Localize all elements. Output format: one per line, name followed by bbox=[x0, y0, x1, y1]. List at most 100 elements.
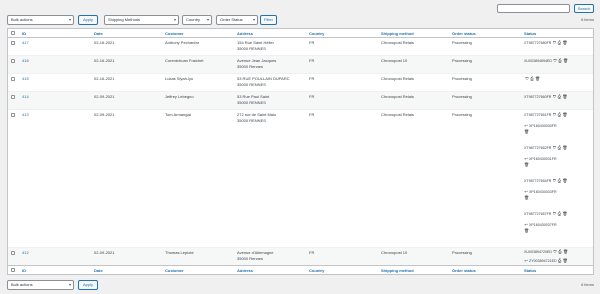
shield-icon[interactable]: ⛉ bbox=[553, 250, 557, 254]
shield-icon[interactable]: ⛉ bbox=[525, 77, 529, 81]
print-icon[interactable]: ⎙ bbox=[558, 250, 562, 254]
apply-button-top[interactable]: Apply bbox=[78, 15, 98, 25]
row-checkbox[interactable] bbox=[11, 113, 15, 117]
trash-icon[interactable]: 🗑 bbox=[563, 59, 568, 63]
items-count-top: 6 items bbox=[581, 17, 594, 22]
print-icon[interactable]: ⎙ bbox=[557, 179, 561, 183]
row-checkbox[interactable] bbox=[11, 77, 15, 81]
order-id-link[interactable]: 416 bbox=[22, 58, 29, 64]
column-id[interactable]: ID bbox=[22, 31, 26, 36]
tracking-code[interactable]: XT987727680FR bbox=[524, 41, 551, 45]
trash-icon[interactable]: 🗑 bbox=[562, 179, 567, 183]
apply-button-bottom[interactable]: Apply bbox=[78, 280, 98, 290]
print-icon[interactable]: ⎙ bbox=[558, 259, 562, 263]
print-icon[interactable]: ⎙ bbox=[558, 59, 562, 63]
print-icon[interactable]: ⎙ bbox=[557, 212, 561, 216]
shield-icon[interactable]: ⛉ bbox=[552, 113, 556, 117]
shield-icon[interactable]: ⛉ bbox=[552, 95, 556, 99]
column-order-status[interactable]: Order status bbox=[452, 268, 476, 273]
trash-icon[interactable]: 🗑 bbox=[562, 41, 567, 45]
return-arrow-icon: ↩ bbox=[524, 156, 528, 161]
trash-icon[interactable]: 🗑 bbox=[524, 229, 529, 233]
order-id-link[interactable]: 414 bbox=[22, 94, 29, 100]
column-country[interactable]: Country bbox=[309, 31, 324, 36]
customer-name: Lukas Slyah-lyu bbox=[165, 76, 194, 81]
trash-icon[interactable]: 🗑 bbox=[524, 163, 529, 167]
tracking-code[interactable]: XU003894694ED bbox=[524, 59, 552, 63]
trash-icon[interactable]: 🗑 bbox=[563, 250, 568, 254]
trash-icon[interactable]: 🗑 bbox=[562, 212, 567, 216]
trash-icon[interactable]: 🗑 bbox=[562, 113, 567, 117]
order-id-link[interactable]: 413 bbox=[22, 112, 29, 118]
customer-name: Corentchuan Fraichet bbox=[165, 58, 204, 63]
bulk-actions-select-bottom[interactable]: Bulk actions bbox=[7, 280, 74, 290]
tracking-code[interactable]: XT987727660FR bbox=[524, 95, 551, 99]
order-status-select[interactable]: Order Status bbox=[216, 15, 258, 25]
tracking-line: XT987727660FR ⛉ ⎙ 🗑 bbox=[524, 95, 567, 100]
trash-icon[interactable]: 🗑 bbox=[524, 196, 529, 200]
column-date[interactable]: Date bbox=[94, 268, 103, 273]
return-arrow-icon: ↩ bbox=[524, 258, 528, 263]
row-checkbox[interactable] bbox=[11, 59, 15, 63]
select-all-checkbox[interactable] bbox=[11, 31, 15, 35]
column-date[interactable]: Date bbox=[94, 31, 103, 36]
shield-icon[interactable]: ⛉ bbox=[553, 59, 557, 63]
column-order-status[interactable]: Order status bbox=[452, 31, 476, 36]
search-input[interactable] bbox=[497, 4, 570, 13]
order-id-link[interactable]: 415 bbox=[22, 76, 29, 82]
address: 272 rue de Saint Malo 35000 RENNES bbox=[237, 112, 277, 123]
bulk-actions-select-top[interactable]: Bulk actions bbox=[7, 15, 74, 25]
select-all-checkbox-footer[interactable] bbox=[11, 268, 15, 272]
tracking-code[interactable]: XU003894720ED bbox=[524, 250, 552, 254]
column-status[interactable]: Status bbox=[524, 31, 536, 36]
return-code[interactable]: XP160430030FR bbox=[529, 124, 557, 128]
tracking-line: XT987727654FR ⛉ ⎙ 🗑 bbox=[524, 179, 567, 184]
order-status: Processing bbox=[452, 58, 472, 63]
tracking-line: XT987727657FR ⛉ ⎙ 🗑 bbox=[524, 212, 567, 217]
tracking-code[interactable]: XT987727652FR bbox=[524, 146, 551, 150]
column-address[interactable]: Address bbox=[237, 268, 253, 273]
return-code[interactable]: ZY003894721ED bbox=[529, 259, 557, 263]
print-icon[interactable]: ⎙ bbox=[530, 77, 534, 81]
row-checkbox[interactable] bbox=[11, 41, 15, 45]
column-customer[interactable]: Customer bbox=[165, 31, 184, 36]
shield-icon[interactable]: ⛉ bbox=[552, 41, 556, 45]
print-icon[interactable]: ⎙ bbox=[557, 113, 561, 117]
trash-icon[interactable]: 🗑 bbox=[562, 95, 567, 99]
tracking-code[interactable]: XT987727651FR bbox=[524, 113, 551, 117]
shipping-methods-select[interactable]: Shipping Methods bbox=[104, 15, 179, 25]
print-icon[interactable]: ⎙ bbox=[557, 95, 561, 99]
column-shipping-method[interactable]: Shipping method bbox=[381, 31, 414, 36]
return-code[interactable]: XP160430037FR bbox=[529, 223, 557, 227]
row-checkbox[interactable] bbox=[11, 251, 15, 255]
column-shipping-method[interactable]: Shipping method bbox=[381, 268, 414, 273]
filter-button[interactable]: Filter bbox=[260, 15, 277, 25]
shield-icon[interactable]: ⛉ bbox=[552, 179, 556, 183]
shield-icon[interactable]: ⛉ bbox=[552, 212, 556, 216]
country-select[interactable]: Country bbox=[182, 15, 212, 25]
trash-icon[interactable]: 🗑 bbox=[535, 77, 540, 81]
return-code[interactable]: XP160430033FR bbox=[529, 190, 557, 194]
column-status[interactable]: Status bbox=[524, 268, 536, 273]
trash-icon[interactable]: 🗑 bbox=[562, 146, 567, 150]
column-address[interactable]: Address bbox=[237, 31, 253, 36]
return-code[interactable]: XP160430031FR bbox=[529, 157, 557, 161]
row-checkbox[interactable] bbox=[11, 95, 15, 99]
country: FR bbox=[309, 58, 315, 63]
search-button[interactable]: Search bbox=[574, 4, 594, 13]
column-id[interactable]: ID bbox=[22, 268, 26, 273]
column-country[interactable]: Country bbox=[309, 268, 324, 273]
print-icon[interactable]: ⎙ bbox=[557, 41, 561, 45]
print-icon[interactable]: ⎙ bbox=[557, 146, 561, 150]
order-id-link[interactable]: 412 bbox=[22, 250, 29, 256]
order-date: 02-16-2021 bbox=[94, 58, 115, 63]
customer-name: Anthony Pechanfar bbox=[165, 40, 200, 45]
column-customer[interactable]: Customer bbox=[165, 268, 184, 273]
shield-icon[interactable]: ⛉ bbox=[552, 146, 556, 150]
address: 53 Rue Paul Saint 35000 RENNES bbox=[237, 94, 270, 105]
tracking-code[interactable]: XT987727657FR bbox=[524, 212, 551, 216]
trash-icon[interactable]: 🗑 bbox=[563, 259, 568, 263]
order-id-link[interactable]: 417 bbox=[22, 40, 29, 46]
tracking-code[interactable]: XT987727654FR bbox=[524, 179, 551, 183]
trash-icon[interactable]: 🗑 bbox=[524, 130, 529, 134]
